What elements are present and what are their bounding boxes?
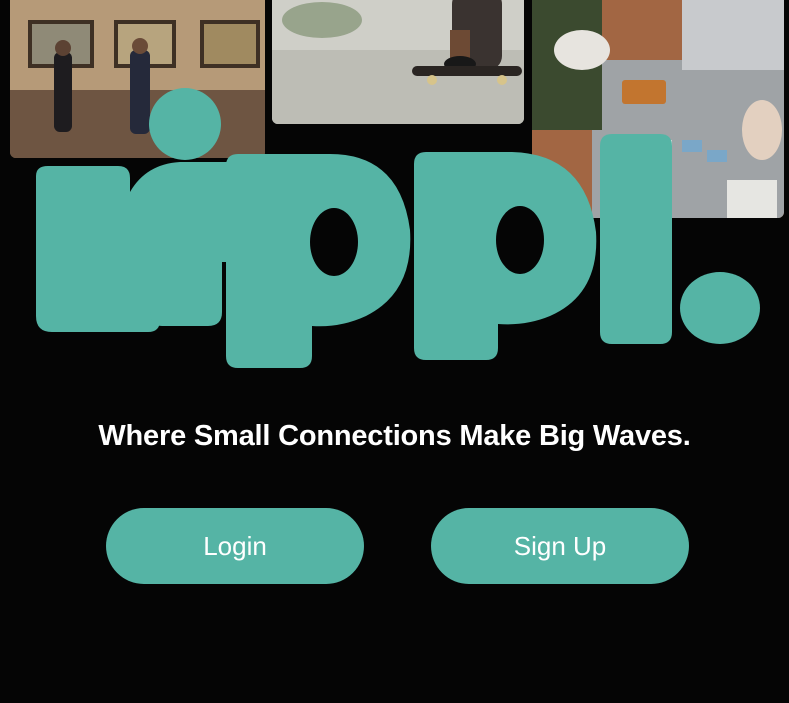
sign-up-button[interactable]: Sign Up — [431, 508, 689, 584]
rippl-logo-glyphs — [36, 88, 760, 368]
rippl-logo — [0, 80, 789, 380]
login-button[interactable]: Login — [106, 508, 364, 584]
tagline: Where Small Connections Make Big Waves. — [98, 420, 691, 452]
landing-screen: { "brand": { "logo_text": "rippl.", "col… — [0, 0, 789, 703]
